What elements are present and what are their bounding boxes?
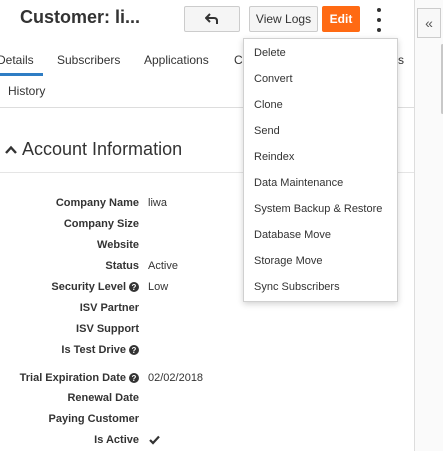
chevron-up-icon [5,145,17,154]
tab-subscribers[interactable]: Subscribers [57,53,120,67]
page-header: Customer: li... View Logs Edit [0,0,414,40]
page-title: Customer: li... [20,7,141,27]
tab-details[interactable]: Details [0,53,34,67]
menu-item-system-backup-restore[interactable]: System Backup & Restore [254,203,382,215]
field-value-company-name: liwa [148,197,167,209]
field-label-status: Status [105,260,139,272]
field-label-security-level: Security Level? [51,281,139,293]
field-label-is-test-drive: Is Test Drive? [61,344,139,356]
menu-item-sync-subscribers[interactable]: Sync Subscribers [254,281,340,293]
menu-item-database-move[interactable]: Database Move [254,229,331,241]
field-value-status: Active [148,260,178,272]
help-icon[interactable]: ? [129,373,139,383]
field-label-isv-support: ISV Support [76,323,139,335]
tab-partial-s[interactable]: s [398,53,404,67]
help-icon[interactable]: ? [129,282,139,292]
field-label-trial-expiration-date: Trial Expiration Date? [20,372,139,384]
field-label-website: Website [97,239,139,251]
edit-button[interactable]: Edit [322,6,360,32]
section-account-information[interactable]: Account Information [4,139,182,160]
right-panel: « [414,0,443,451]
view-logs-button[interactable]: View Logs [249,6,318,32]
field-label-renewal-date: Renewal Date [67,392,139,404]
field-label-isv-partner: ISV Partner [79,302,139,314]
tab-history[interactable]: History [8,84,45,98]
menu-item-convert[interactable]: Convert [254,73,293,85]
section-title: Account Information [22,139,183,159]
back-button[interactable] [184,6,240,32]
collapse-panel-button[interactable]: « [417,8,441,38]
menu-item-storage-move[interactable]: Storage Move [254,255,322,267]
menu-item-data-maintenance[interactable]: Data Maintenance [254,177,343,189]
menu-item-delete[interactable]: Delete [254,47,286,59]
field-value-security-level: Low [148,281,169,293]
back-arrow-icon [205,13,218,24]
checkmark-icon [149,435,160,445]
field-label-company-size: Company Size [63,218,139,230]
field-label-is-active: Is Active [94,434,139,446]
tab-partial-c[interactable]: C [234,53,243,67]
field-label-paying-customer: Paying Customer [48,413,139,425]
menu-item-reindex[interactable]: Reindex [254,151,294,163]
more-actions-menu: Delete Convert Clone Send Reindex Data M… [243,38,398,302]
field-value-trial-expiration-date: 02/02/2018 [148,372,204,384]
menu-item-clone[interactable]: Clone [254,99,283,111]
field-label-company-name: Company Name [55,197,139,209]
tab-applications[interactable]: Applications [144,53,209,67]
help-icon[interactable]: ? [129,345,139,355]
menu-item-send[interactable]: Send [254,125,280,137]
more-actions-icon[interactable] [372,8,386,32]
tab-active-indicator [0,73,43,76]
